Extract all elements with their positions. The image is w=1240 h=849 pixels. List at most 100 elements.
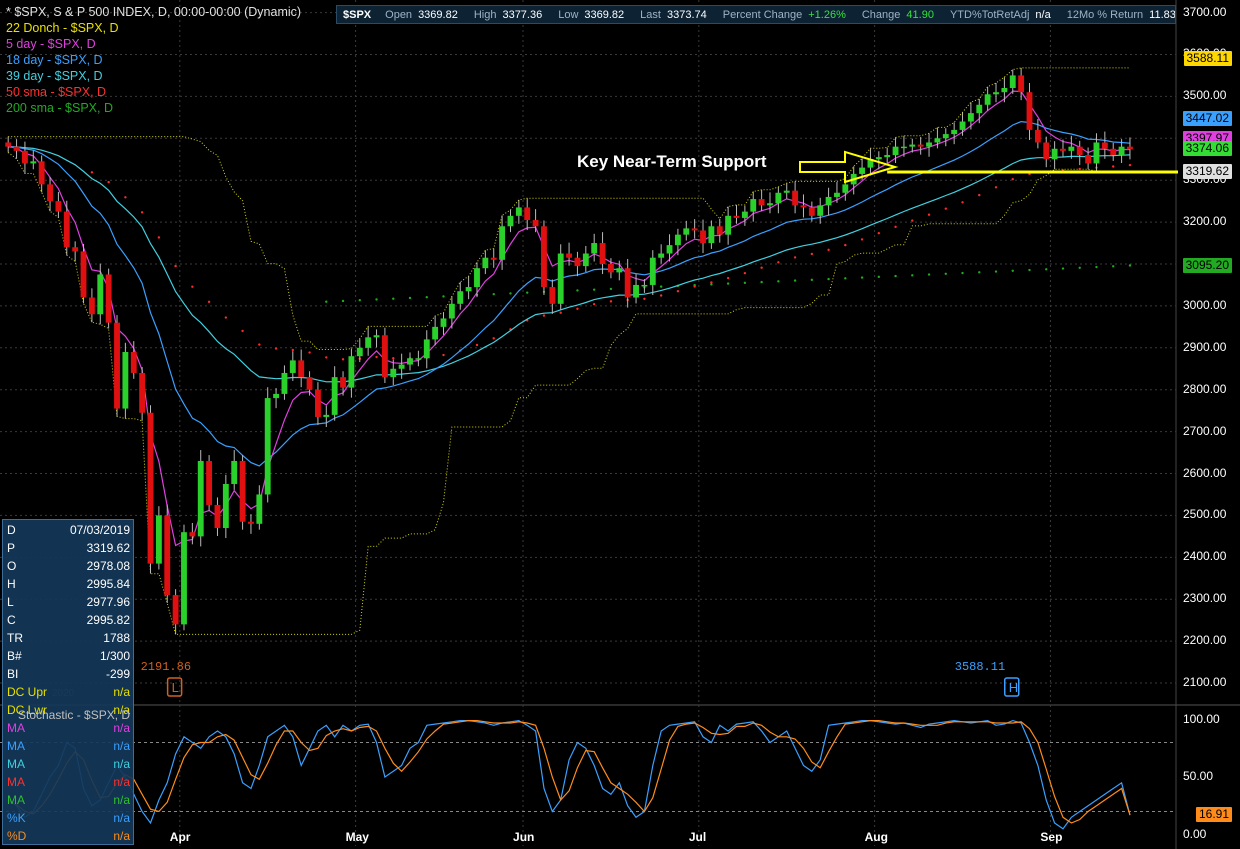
sma50-point — [559, 311, 562, 314]
sma200-point — [877, 275, 881, 279]
candle-body — [331, 377, 338, 415]
sma50-point — [844, 243, 847, 247]
sma50-point — [860, 238, 864, 241]
candle-body — [248, 521, 254, 524]
data-window-row: MA n/a — [7, 793, 130, 810]
quote-chg-label: Change — [861, 8, 901, 21]
candle-body — [105, 274, 112, 323]
candle-body — [800, 205, 807, 208]
sma50-point — [576, 307, 579, 311]
candle-body — [1118, 146, 1125, 156]
candle-body — [842, 184, 849, 193]
data-window-row: BI -299 — [7, 667, 130, 684]
candle-body — [758, 199, 765, 206]
data-window-value: n/a — [113, 685, 130, 699]
candle-body — [549, 287, 556, 304]
candle-body — [792, 190, 799, 206]
sma200-point — [1128, 264, 1132, 267]
data-window-value: n/a — [113, 757, 130, 771]
candle-body — [281, 372, 288, 394]
data-window-label: MA — [7, 757, 25, 771]
candle-body — [348, 356, 355, 388]
data-window-value: 07/03/2019 — [69, 523, 130, 537]
price-tag: 3447.02 — [1182, 110, 1232, 126]
stoch-axis-label: 100.00 — [1183, 711, 1220, 726]
candle-body — [197, 460, 204, 537]
quote-pct: +1.26% — [808, 8, 846, 21]
data-window[interactable]: D 07/03/2019 P 3319.62 O 2978.08 H 2995.84 L 2977… — [2, 519, 134, 845]
candle-body — [465, 287, 472, 292]
sma200-point — [793, 279, 797, 282]
data-window-row: DC Upr n/a — [7, 685, 130, 702]
candle-body — [532, 220, 539, 227]
data-window-label: MA — [7, 793, 25, 807]
candle-body — [1093, 142, 1100, 164]
data-window-row: D 07/03/2019 — [7, 523, 130, 540]
candle-body — [474, 268, 480, 288]
candle-body — [817, 205, 824, 216]
sma200-point — [408, 296, 412, 300]
quote-last-label: Last — [640, 8, 661, 21]
candle-body — [1001, 88, 1008, 93]
candle-body — [599, 243, 606, 264]
candle-body — [13, 146, 20, 151]
candle-body — [482, 257, 489, 269]
candle-body — [407, 358, 413, 365]
candle-body — [214, 504, 221, 528]
sma50-point — [777, 261, 780, 264]
sma50-point — [191, 285, 194, 288]
quote-open: 3369.82 — [418, 8, 458, 21]
sma50-point — [1112, 165, 1115, 168]
candle-body — [415, 358, 422, 360]
sma200-point — [659, 285, 663, 288]
candle-body — [298, 360, 305, 378]
candle-body — [566, 253, 573, 258]
month-label: Aug — [864, 830, 888, 844]
candle-body — [767, 203, 773, 206]
stochastic-title: Stochastic - $SPX, D — [18, 708, 131, 722]
candle-body — [591, 243, 598, 254]
sma50-point — [341, 358, 345, 361]
data-window-row: %D n/a — [7, 829, 130, 846]
sma50-point — [241, 329, 244, 333]
sma50-point — [325, 356, 328, 359]
candle-body — [859, 167, 866, 174]
candle-body — [741, 211, 748, 218]
data-window-value: n/a — [113, 793, 130, 807]
candle-body — [942, 134, 949, 139]
candle-body — [574, 257, 581, 267]
price-tag: 3588.11 — [1183, 51, 1232, 67]
candle-body — [5, 142, 12, 147]
price-chart[interactable]: 2191.86L3588.11H2020 — [0, 0, 1240, 849]
sma200-point — [743, 281, 747, 285]
candle-body — [917, 144, 924, 147]
price-axis-label: 3200.00 — [1183, 214, 1227, 229]
sma50-point — [224, 316, 228, 319]
candle-body — [1009, 75, 1016, 88]
sma50-point — [308, 351, 311, 354]
candle-body — [340, 377, 346, 388]
sma50-point — [944, 207, 947, 210]
price-axis-label: 2700.00 — [1183, 423, 1227, 438]
sma200-point — [994, 270, 998, 273]
data-window-row: MA n/a — [7, 775, 130, 792]
sma200-point — [944, 272, 947, 276]
data-window-row: TR 1788 — [7, 631, 130, 648]
candle-body — [624, 268, 631, 298]
sma200-point — [1011, 269, 1014, 272]
candle-body — [976, 104, 983, 114]
candle-body — [683, 228, 690, 235]
quote-ytd: n/a — [1035, 8, 1051, 21]
quote-high: 3377.36 — [502, 8, 543, 21]
quote-high-label: High — [473, 8, 497, 21]
candle-body — [1018, 75, 1025, 93]
candle-body — [1034, 129, 1041, 143]
candle-body — [72, 247, 79, 252]
data-window-label: %D — [7, 829, 27, 843]
candle-body — [440, 318, 447, 327]
price-axis-label: 3700.00 — [1183, 4, 1227, 19]
quote-low: 3369.82 — [584, 8, 625, 21]
sma50-point — [1128, 163, 1132, 167]
candle-body — [231, 460, 238, 484]
sma50-point — [174, 264, 177, 268]
